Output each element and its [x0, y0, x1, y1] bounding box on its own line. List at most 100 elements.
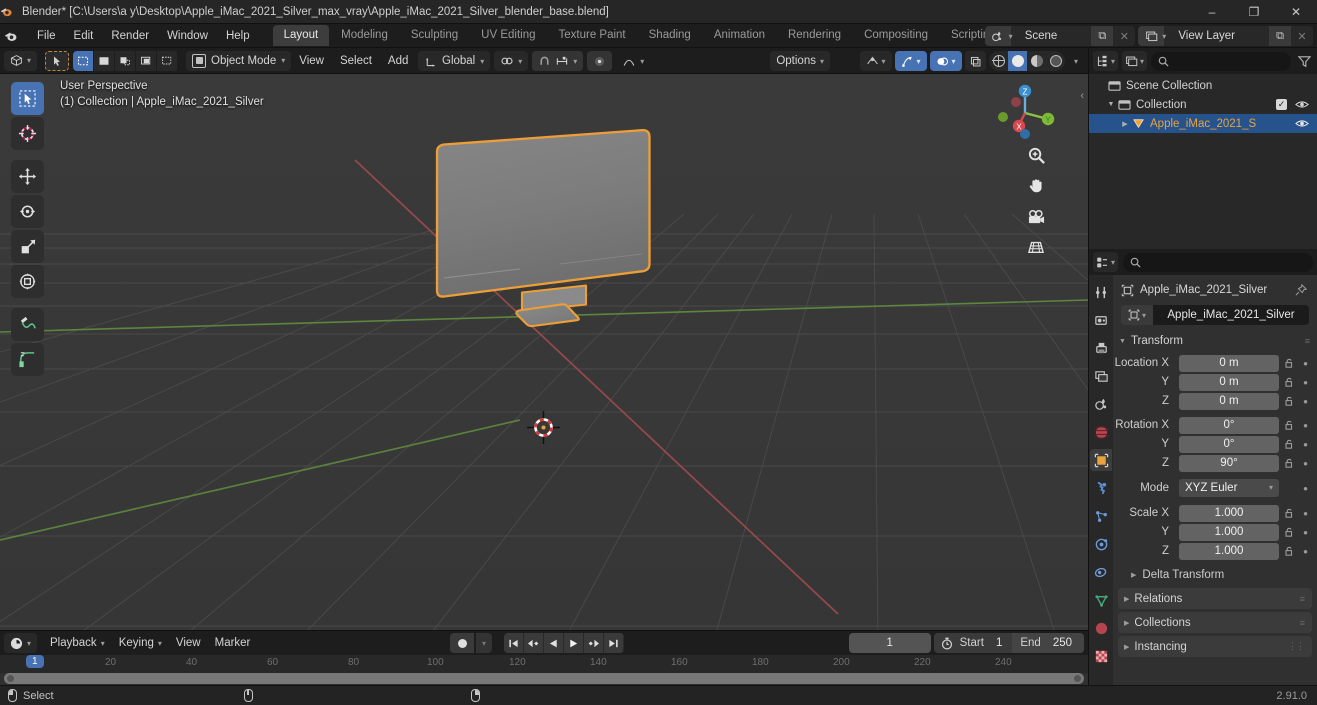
menu-window[interactable]: Window	[158, 27, 217, 45]
object-name-input[interactable]: Apple_iMac_2021_Silver	[1153, 305, 1309, 325]
transform-orientation-selector[interactable]: Global ▾	[418, 51, 491, 71]
pivot-point-selector[interactable]: ▾	[494, 51, 529, 71]
scene-selector[interactable]: ▾ Scene ⧉ ✕	[984, 26, 1136, 46]
auto-keyframe-chevron-down-icon[interactable]: ▾	[476, 633, 492, 653]
next-keyframe-button[interactable]	[584, 633, 604, 653]
animate-property-dot[interactable]: •	[1300, 375, 1311, 390]
timeline-horizontal-scrollbar[interactable]	[4, 673, 1084, 684]
timeline-ruler[interactable]: 20 40 60 80 100 120 140 160 180 200 220 …	[0, 655, 1088, 673]
menu-help[interactable]: Help	[217, 27, 259, 45]
scene-new-button[interactable]: ⧉	[1091, 26, 1114, 46]
location-y-field[interactable]: 0 m	[1179, 373, 1279, 391]
overlays-toggle[interactable]: ▾	[930, 51, 962, 71]
outliner-row-collection[interactable]: ▼ Collection ✓	[1089, 95, 1317, 114]
shading-wireframe-icon[interactable]	[989, 51, 1008, 71]
maximize-button[interactable]: ❐	[1233, 0, 1275, 24]
timeline-editor-type-selector[interactable]: ▾	[4, 633, 38, 653]
eye-icon[interactable]	[1295, 118, 1309, 129]
tweak-select-tool[interactable]	[11, 82, 44, 115]
viewport-menu-view[interactable]: View	[291, 52, 332, 70]
rotate-tool[interactable]	[11, 195, 44, 228]
jump-to-start-button[interactable]	[504, 633, 524, 653]
render-tab[interactable]	[1090, 309, 1112, 331]
scale-z-field[interactable]: 1.000	[1179, 542, 1279, 560]
active-tool-indicator[interactable]	[45, 50, 70, 71]
location-x-field[interactable]: 0 m	[1179, 354, 1279, 372]
tab-uv-editing[interactable]: UV Editing	[470, 25, 546, 46]
disclosure-triangle-icon[interactable]: ▼	[1105, 101, 1117, 108]
animate-property-dot[interactable]: •	[1300, 456, 1311, 471]
menu-render[interactable]: Render	[102, 27, 158, 45]
delta-transform-subpanel[interactable]: ▶ Delta Transform	[1113, 565, 1317, 585]
ortho-persp-grid-icon[interactable]	[1023, 234, 1049, 260]
start-frame-value[interactable]: 1	[992, 637, 1012, 649]
output-tab[interactable]	[1090, 337, 1112, 359]
transform-panel-header[interactable]: ▼ Transform ≡	[1113, 331, 1317, 351]
annotate-tool[interactable]	[11, 308, 44, 341]
lock-icon[interactable]	[1283, 458, 1296, 469]
select-subtract-icon[interactable]	[115, 50, 137, 71]
rotation-z-field[interactable]: 90°	[1179, 454, 1279, 472]
rotation-mode-dropdown[interactable]: XYZ Euler ▾	[1179, 479, 1279, 497]
tab-sculpting[interactable]: Sculpting	[400, 25, 469, 46]
filter-icon[interactable]	[1295, 55, 1313, 68]
texture-tab[interactable]	[1090, 645, 1112, 667]
relations-panel[interactable]: ▶ Relations ≡	[1118, 588, 1312, 609]
scale-y-field[interactable]: 1.000	[1179, 523, 1279, 541]
object-id-type-button[interactable]: ▾	[1121, 305, 1153, 325]
menu-edit[interactable]: Edit	[65, 27, 103, 45]
visibility-selector[interactable]: ▾	[860, 51, 892, 71]
play-button[interactable]	[564, 633, 584, 653]
delta-transform-disclosure-icon[interactable]: ▶	[1131, 571, 1136, 579]
animate-property-dot[interactable]: •	[1300, 525, 1311, 540]
tool-tab[interactable]	[1090, 281, 1112, 303]
select-extend-icon[interactable]	[94, 50, 116, 71]
tab-texture-paint[interactable]: Texture Paint	[548, 25, 637, 46]
scrollbar-handle-right[interactable]	[1074, 675, 1081, 682]
tab-rendering[interactable]: Rendering	[777, 25, 852, 46]
viewport-canvas[interactable]: User Perspective (1) Collection | Apple_…	[0, 74, 1088, 630]
animate-property-dot[interactable]: •	[1300, 544, 1311, 559]
view-layer-tab[interactable]	[1090, 365, 1112, 387]
viewport-options-button[interactable]: Options ▾	[770, 51, 830, 71]
animate-property-dot[interactable]: •	[1300, 356, 1311, 371]
blender-menu-icon[interactable]	[4, 29, 28, 43]
camera-icon[interactable]	[1023, 204, 1049, 230]
outliner-search-input[interactable]	[1151, 51, 1291, 71]
lock-icon[interactable]	[1283, 527, 1296, 538]
eye-icon[interactable]	[1295, 99, 1309, 110]
rotation-x-field[interactable]: 0°	[1179, 416, 1279, 434]
timeline-playhead[interactable]: 1	[26, 655, 44, 673]
animate-property-dot[interactable]: •	[1300, 394, 1311, 409]
proportional-falloff-selector[interactable]: ▾	[616, 51, 650, 71]
timeline-menu-view[interactable]: View	[169, 634, 208, 652]
end-frame-value[interactable]: 250	[1048, 633, 1084, 653]
relations-disclosure-icon[interactable]: ▶	[1124, 595, 1129, 603]
minimize-button[interactable]: –	[1191, 0, 1233, 24]
shading-material-preview-icon[interactable]	[1027, 51, 1046, 71]
editor-type-selector[interactable]: ▾	[4, 50, 38, 71]
auto-keyframe-record-icon[interactable]	[450, 633, 474, 653]
rotation-y-field[interactable]: 0°	[1179, 435, 1279, 453]
collections-disclosure-icon[interactable]: ▶	[1124, 619, 1129, 627]
particles-tab[interactable]	[1090, 505, 1112, 527]
view-layer-selector[interactable]: ▾ View Layer ⧉ ✕	[1138, 26, 1313, 46]
lock-icon[interactable]	[1283, 420, 1296, 431]
properties-search-input[interactable]	[1123, 252, 1313, 272]
snap-controls[interactable]: ▾	[532, 51, 584, 71]
properties-editor-type-selector[interactable]: ▾	[1093, 252, 1119, 272]
location-z-field[interactable]: 0 m	[1179, 392, 1279, 410]
previous-keyframe-button[interactable]	[524, 633, 544, 653]
material-tab[interactable]	[1090, 617, 1112, 639]
tab-shading[interactable]: Shading	[638, 25, 702, 46]
viewport-menu-select[interactable]: Select	[332, 52, 380, 70]
view-layer-new-button[interactable]: ⧉	[1269, 26, 1291, 46]
zoom-icon[interactable]	[1023, 142, 1049, 168]
play-reverse-button[interactable]	[544, 633, 564, 653]
proportional-editing-toggle[interactable]	[587, 51, 613, 71]
animate-property-dot[interactable]: •	[1300, 481, 1311, 496]
move-tool[interactable]	[11, 160, 44, 193]
outliner-row-imac-object[interactable]: ▶ Apple_iMac_2021_S	[1089, 114, 1317, 133]
disclosure-triangle-icon[interactable]: ▶	[1119, 120, 1131, 128]
object-tab[interactable]	[1090, 449, 1112, 471]
